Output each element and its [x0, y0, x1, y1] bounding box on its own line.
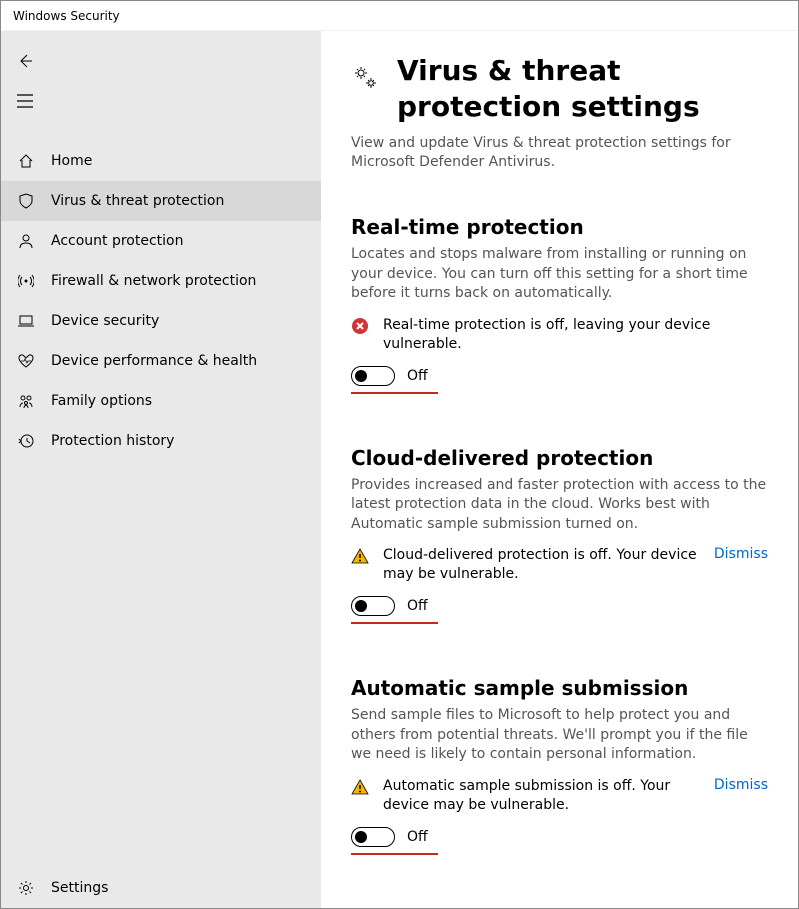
cloud-toggle[interactable] — [351, 596, 395, 616]
window-titlebar: Windows Security — [1, 1, 798, 31]
dismiss-link[interactable]: Dismiss — [714, 546, 768, 562]
sidebar-item-history[interactable]: Protection history — [1, 421, 321, 461]
heart-pulse-icon — [17, 352, 35, 370]
dismiss-link[interactable]: Dismiss — [714, 777, 768, 793]
section-realtime: Real-time protection Locates and stops m… — [351, 215, 768, 394]
sidebar-item-label: Settings — [51, 880, 108, 896]
sample-toggle[interactable] — [351, 827, 395, 847]
hamburger-icon — [17, 94, 33, 108]
sidebar-item-label: Device security — [51, 313, 159, 329]
page-title: Virus & threat protection settings — [397, 53, 768, 126]
sidebar-item-home[interactable]: Home — [1, 141, 321, 181]
section-description: Locates and stops malware from installin… — [351, 245, 768, 304]
sidebar-item-family[interactable]: Family options — [1, 381, 321, 421]
home-icon — [17, 152, 35, 170]
sidebar-item-label: Protection history — [51, 433, 174, 449]
alert-message: Automatic sample submission is off. Your… — [383, 777, 702, 815]
section-title: Real-time protection — [351, 215, 768, 239]
section-sample: Automatic sample submission Send sample … — [351, 676, 768, 855]
sidebar: Home Virus & threat protection Account p… — [1, 31, 321, 908]
section-description: Provides increased and faster protection… — [351, 476, 768, 535]
back-button[interactable] — [5, 41, 45, 81]
section-title: Automatic sample submission — [351, 676, 768, 700]
section-description: Send sample files to Microsoft to help p… — [351, 706, 768, 765]
error-icon — [351, 317, 371, 337]
warning-icon — [351, 778, 371, 798]
sidebar-item-firewall[interactable]: Firewall & network protection — [1, 261, 321, 301]
toggle-state: Off — [407, 368, 428, 384]
menu-button[interactable] — [5, 81, 45, 121]
main-content: Virus & threat protection settings View … — [321, 31, 798, 908]
window-title: Windows Security — [13, 9, 120, 23]
antenna-icon — [17, 272, 35, 290]
sidebar-item-performance[interactable]: Device performance & health — [1, 341, 321, 381]
realtime-toggle[interactable] — [351, 366, 395, 386]
gears-icon — [351, 63, 379, 91]
sidebar-item-label: Home — [51, 153, 92, 169]
warning-icon — [351, 547, 371, 567]
sidebar-item-device-security[interactable]: Device security — [1, 301, 321, 341]
sidebar-item-label: Device performance & health — [51, 353, 257, 369]
toggle-state: Off — [407, 829, 428, 845]
alert-message: Real-time protection is off, leaving you… — [383, 316, 768, 354]
toggle-state: Off — [407, 598, 428, 614]
section-cloud: Cloud-delivered protection Provides incr… — [351, 446, 768, 625]
sidebar-item-label: Family options — [51, 393, 152, 409]
section-title: Cloud-delivered protection — [351, 446, 768, 470]
page-description: View and update Virus & threat protectio… — [351, 134, 768, 173]
sidebar-item-label: Firewall & network protection — [51, 273, 256, 289]
sidebar-item-label: Account protection — [51, 233, 184, 249]
sidebar-item-settings[interactable]: Settings — [1, 868, 321, 908]
sidebar-item-virus-threat[interactable]: Virus & threat protection — [1, 181, 321, 221]
gear-icon — [17, 879, 35, 897]
shield-icon — [17, 192, 35, 210]
person-icon — [17, 232, 35, 250]
device-icon — [17, 312, 35, 330]
arrow-left-icon — [17, 53, 33, 69]
history-icon — [17, 432, 35, 450]
sidebar-item-account[interactable]: Account protection — [1, 221, 321, 261]
sidebar-item-label: Virus & threat protection — [51, 193, 224, 209]
family-icon — [17, 392, 35, 410]
alert-message: Cloud-delivered protection is off. Your … — [383, 546, 702, 584]
